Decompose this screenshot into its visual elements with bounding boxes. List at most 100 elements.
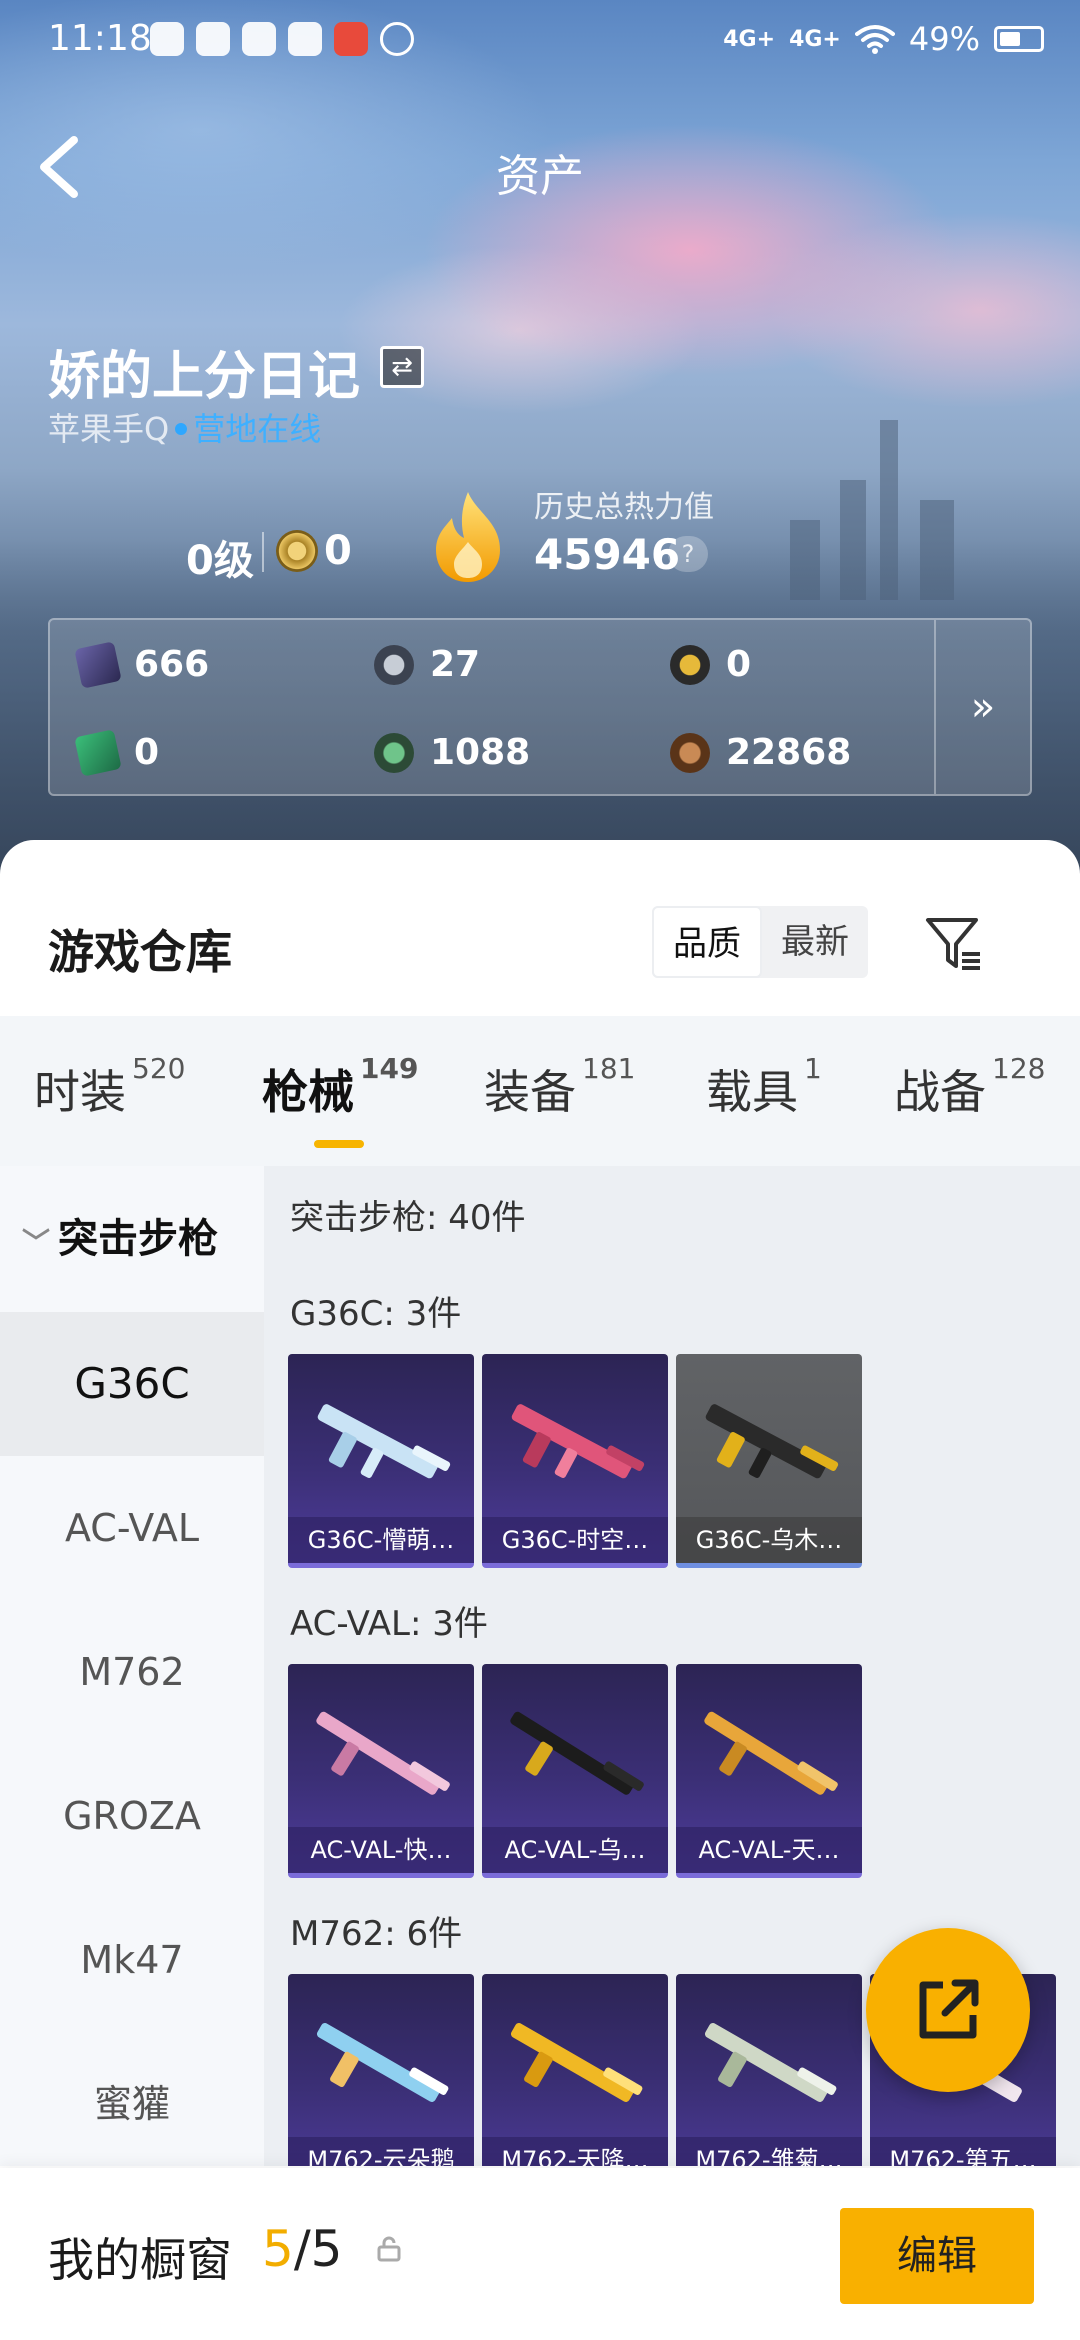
lock-icon	[377, 2236, 401, 2262]
sidebar-group-header[interactable]: ﹀ 突击步枪	[22, 1206, 218, 1264]
sidebar-item-honey-badger[interactable]: 蜜獾	[0, 2032, 264, 2176]
rifle-image	[704, 1711, 838, 1795]
active-tab-indicator	[314, 1140, 364, 1148]
stat-item[interactable]: 1088	[374, 732, 530, 773]
bronze-coin-icon	[670, 732, 710, 773]
chevron-down-icon: ﹀	[22, 1226, 51, 1259]
weapon-card[interactable]: M762-云朵鹅	[288, 1974, 474, 2166]
stat-value: 22868	[726, 732, 852, 773]
group-title: M762: 6件	[290, 1914, 463, 1954]
green-coin-icon	[374, 732, 414, 773]
stat-item[interactable]: 666	[74, 640, 209, 689]
mail-notification-icon	[196, 22, 230, 56]
medal-count: 0	[324, 528, 352, 574]
weapon-card[interactable]: G36C-懵萌…	[288, 1354, 474, 1568]
status-right: 4G+ 4G+ 49%	[723, 20, 1044, 58]
flame-icon	[436, 492, 500, 582]
warehouse-sheet: 游戏仓库 品质 最新 时装 520 枪械 149 装备 181 载具 1 战备 128 ﹀…	[0, 840, 1080, 2340]
shop-notification-icon	[334, 22, 368, 56]
share-button[interactable]	[866, 1928, 1030, 2092]
stat-value: 27	[430, 644, 481, 685]
weapon-name: M762-第五…	[870, 2137, 1056, 2166]
weapon-name: G36C-乌木…	[676, 1517, 862, 1563]
weapon-card[interactable]: M762-天降…	[482, 1974, 668, 2166]
medal-icon	[276, 530, 318, 572]
tab-label: 载具	[706, 1065, 798, 1119]
warehouse-title: 游戏仓库	[48, 925, 232, 979]
edit-button[interactable]: 编辑	[840, 2208, 1034, 2304]
signal-icon: 4G+	[723, 26, 776, 52]
tab-count: 128	[992, 1052, 1046, 1085]
showcase-current: 5	[262, 2220, 294, 2278]
tab-equipment[interactable]: 装备 181	[484, 1052, 635, 1122]
showcase-count: 5/5	[262, 2220, 342, 2278]
stat-value: 0	[726, 644, 752, 685]
tab-count: 520	[132, 1052, 186, 1085]
signal-icon: 4G+	[789, 26, 841, 52]
sort-latest-button[interactable]: 最新	[762, 906, 868, 978]
stat-value: 1088	[430, 732, 531, 773]
player-platform-line: 苹果手Q 营地在线	[48, 404, 321, 450]
weapon-card[interactable]: M762-雏菊…	[676, 1974, 862, 2166]
group-title: G36C: 3件	[290, 1294, 462, 1334]
page-title: 资产	[496, 151, 584, 202]
sidebar-item-g36c[interactable]: G36C	[0, 1312, 264, 1456]
taobao-notification-icon	[288, 22, 322, 56]
rifle-image	[317, 1404, 451, 1479]
weapon-card[interactable]: AC-VAL-天…	[676, 1664, 862, 1878]
stat-item[interactable]: 22868	[670, 732, 851, 773]
sort-quality-button[interactable]: 品质	[652, 906, 762, 978]
rifle-image	[510, 1711, 644, 1795]
stat-item[interactable]: 0	[670, 644, 751, 685]
showcase-separator: /	[293, 2220, 311, 2278]
sidebar-item-groza[interactable]: GROZA	[0, 1744, 264, 1888]
tab-count: 149	[360, 1052, 419, 1085]
weapon-card[interactable]: G36C-时空…	[482, 1354, 668, 1568]
stat-value: 0	[134, 732, 160, 773]
stat-item[interactable]: 27	[374, 644, 480, 685]
showcase-total: 5	[310, 2220, 343, 2278]
weapon-card[interactable]: AC-VAL-乌…	[482, 1664, 668, 1878]
sort-toggle: 品质 最新	[652, 906, 868, 978]
currency-panel: 666 27 0 0 1088 22868 »	[48, 618, 1032, 796]
rifle-image	[704, 2023, 837, 2102]
heat-value: 45946	[534, 530, 681, 579]
weapon-sidebar: ﹀ 突击步枪 G36C AC-VAL M762 GROZA Mk47 蜜獾	[0, 1166, 264, 2166]
rifle-image	[316, 1711, 450, 1795]
sidebar-item-ac-val[interactable]: AC-VAL	[0, 1456, 264, 1600]
video-notification-icon	[242, 22, 276, 56]
gold-coupon-icon	[670, 644, 710, 685]
heat-label: 历史总热力值	[534, 490, 714, 525]
tab-firearms[interactable]: 枪械 149	[262, 1052, 418, 1122]
sidebar-group-label: 突击步枪	[58, 1216, 219, 1262]
tab-supplies[interactable]: 战备 128	[894, 1052, 1045, 1122]
battery-icon	[994, 26, 1044, 52]
weapon-card[interactable]: G36C-乌木…	[676, 1354, 862, 1568]
player-level: 0级	[186, 538, 254, 584]
filter-icon[interactable]	[924, 914, 984, 974]
tab-count: 181	[582, 1052, 636, 1085]
player-nickname: 娇的上分日记	[48, 347, 361, 407]
stat-item[interactable]: 0	[74, 728, 160, 777]
weapon-name: G36C-懵萌…	[288, 1517, 474, 1563]
sidebar-item-mk47[interactable]: Mk47	[0, 1888, 264, 2032]
tab-label: 时装	[34, 1065, 126, 1119]
tab-label: 战备	[894, 1065, 986, 1119]
online-status: 营地在线	[193, 410, 322, 448]
notification-icons	[150, 22, 414, 56]
switch-account-icon[interactable]: ⇄	[380, 346, 424, 388]
help-icon[interactable]: ?	[668, 536, 708, 572]
expand-stats-button[interactable]: »	[934, 620, 1030, 794]
rifle-image	[510, 2023, 643, 2102]
rifle-image	[511, 1404, 645, 1479]
group-title: AC-VAL: 3件	[290, 1604, 488, 1644]
tab-vehicles[interactable]: 载具 1	[706, 1052, 822, 1122]
weapon-name: M762-雏菊…	[676, 2137, 862, 2166]
tab-count: 1	[804, 1052, 822, 1085]
weapon-card[interactable]: AC-VAL-快…	[288, 1664, 474, 1878]
platform-label: 苹果手Q	[48, 410, 170, 448]
showcase-label: 我的橱窗	[48, 2233, 232, 2287]
tab-fashion[interactable]: 时装 520	[34, 1052, 185, 1122]
rifle-image	[705, 1404, 839, 1479]
sidebar-item-m762[interactable]: M762	[0, 1600, 264, 1744]
